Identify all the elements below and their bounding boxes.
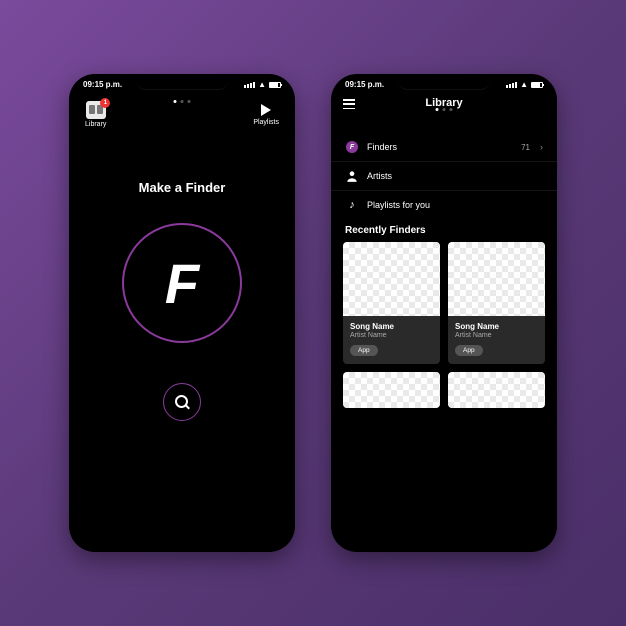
signal-icon	[244, 82, 255, 88]
play-icon	[261, 104, 271, 116]
card-artist: Artist Name	[455, 332, 538, 339]
battery-icon	[269, 82, 281, 88]
search-icon	[175, 395, 189, 409]
row-artists[interactable]: Artists	[331, 161, 557, 190]
row-label: Playlists for you	[367, 200, 543, 210]
card-song: Song Name	[350, 322, 433, 331]
finders-icon: F	[345, 140, 359, 154]
row-count: 71	[521, 143, 530, 152]
status-time: 09:15 p.m.	[345, 80, 384, 89]
wifi-icon: ▲	[520, 80, 528, 89]
library-list: F Finders 71 › Artists ♪ Playlists for y…	[331, 133, 557, 219]
notch	[398, 74, 490, 90]
card-thumb	[343, 372, 440, 408]
card-song: Song Name	[455, 322, 538, 331]
music-note-icon: ♪	[345, 198, 359, 212]
card-artist: Artist Name	[350, 332, 433, 339]
card-chip[interactable]: App	[455, 345, 483, 356]
phone-home: 09:15 p.m. ▲ 1 Library Playlists Make a …	[69, 74, 295, 552]
page-indicator	[436, 108, 453, 111]
card-thumb	[343, 242, 440, 316]
finder-card[interactable]	[448, 372, 545, 408]
wifi-icon: ▲	[258, 80, 266, 89]
finder-card[interactable]: Song Name Artist Name App	[448, 242, 545, 364]
row-label: Artists	[367, 171, 543, 181]
library-button[interactable]: 1 Library	[85, 101, 106, 128]
playlists-label: Playlists	[253, 119, 279, 126]
phone-library: 09:15 p.m. ▲ Library F Finders 71 › Arti…	[331, 74, 557, 552]
library-badge: 1	[100, 98, 110, 108]
page-indicator	[174, 100, 191, 103]
card-thumb	[448, 372, 545, 408]
search-button[interactable]	[163, 383, 201, 421]
row-label: Finders	[367, 142, 513, 152]
playlists-button[interactable]: Playlists	[253, 101, 279, 126]
headline: Make a Finder	[69, 180, 295, 195]
cards-grid: Song Name Artist Name App Song Name Arti…	[331, 242, 557, 420]
notch	[136, 74, 228, 90]
status-time: 09:15 p.m.	[83, 80, 122, 89]
section-heading: Recently Finders	[331, 219, 557, 242]
card-thumb	[448, 242, 545, 316]
row-finders[interactable]: F Finders 71 ›	[331, 133, 557, 161]
row-playlists[interactable]: ♪ Playlists for you	[331, 190, 557, 219]
chevron-right-icon: ›	[540, 142, 543, 152]
person-icon	[345, 169, 359, 183]
card-chip[interactable]: App	[350, 345, 378, 356]
finder-glyph: F	[165, 251, 199, 316]
finder-button[interactable]: F	[122, 223, 242, 343]
finder-card[interactable]	[343, 372, 440, 408]
signal-icon	[506, 82, 517, 88]
finder-card[interactable]: Song Name Artist Name App	[343, 242, 440, 364]
battery-icon	[531, 82, 543, 88]
menu-button[interactable]	[343, 99, 355, 109]
library-label: Library	[85, 121, 106, 128]
